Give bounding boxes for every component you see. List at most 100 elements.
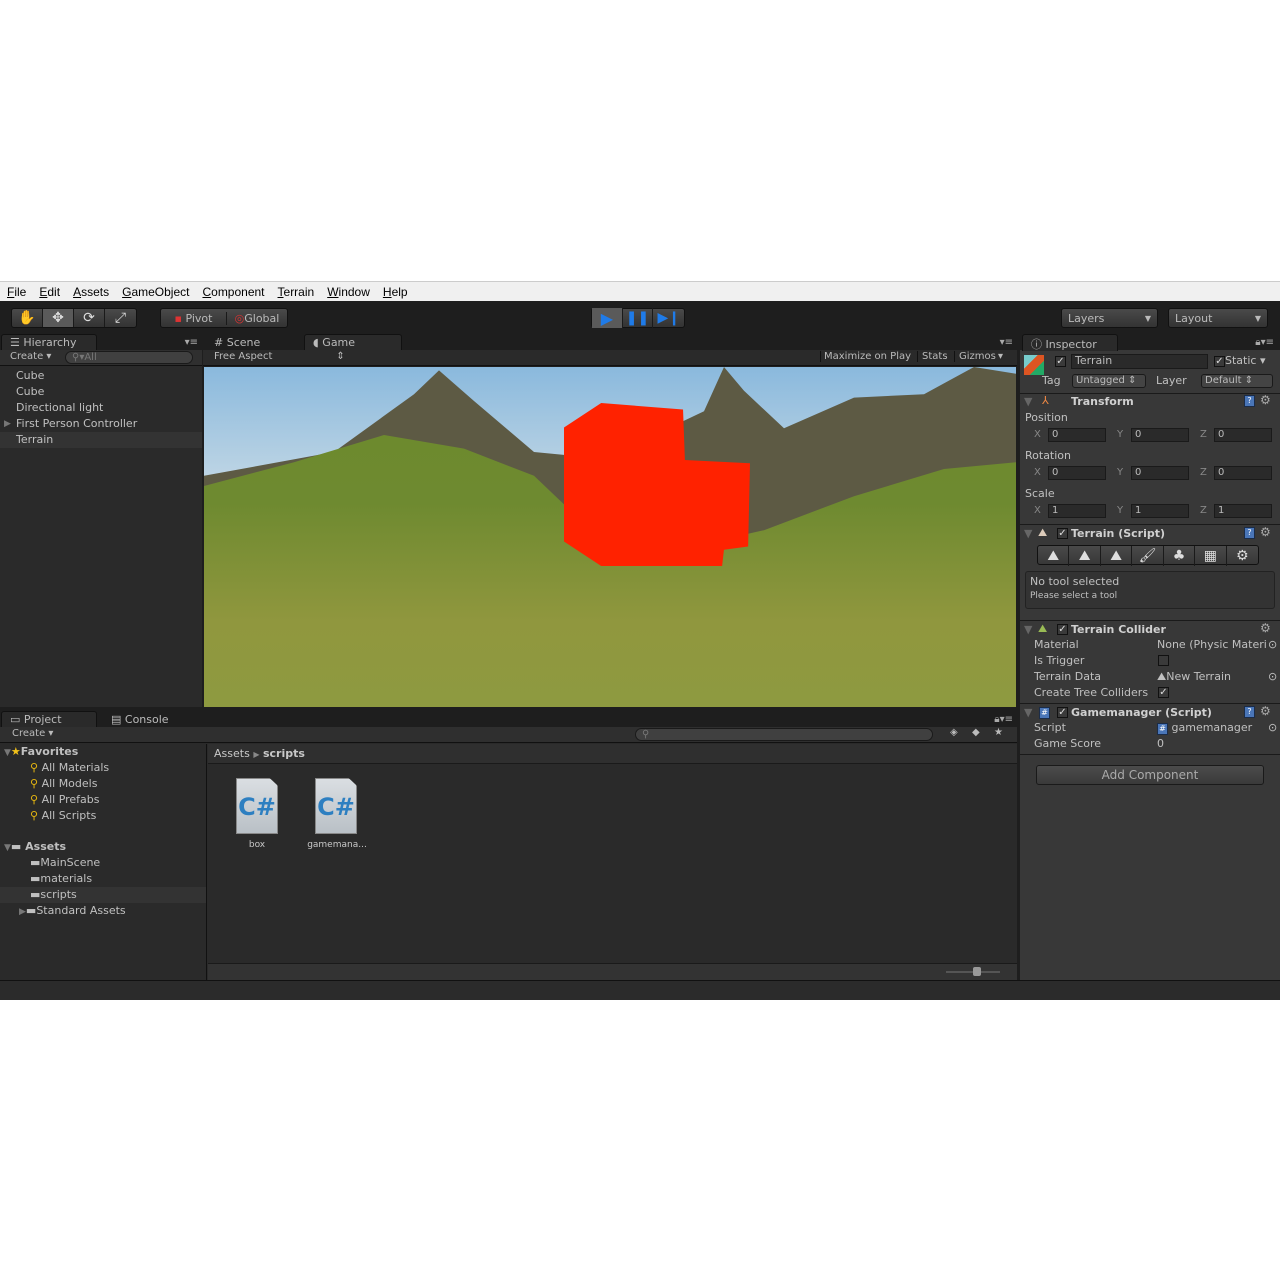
favorite-all-prefabs[interactable]: ⚲ All Prefabs <box>0 792 206 808</box>
layout-dropdown[interactable]: Layout ▼ <box>1168 308 1268 328</box>
gear-icon[interactable]: ⚙ <box>1260 704 1271 718</box>
menu-file[interactable]: File <box>7 285 26 299</box>
move-icon[interactable]: ✥ <box>43 309 75 327</box>
gear-icon[interactable]: ⚙ <box>1260 525 1271 539</box>
collapse-arrow-icon[interactable]: ▼ <box>1024 623 1032 636</box>
favorites-header[interactable]: ▼★Favorites <box>0 744 206 760</box>
terrain-collider-enabled-checkbox[interactable]: ✓ <box>1057 624 1068 635</box>
menu-terrain[interactable]: Terrain <box>278 285 315 299</box>
terrain-script-header[interactable]: Terrain (Script) <box>1071 527 1165 540</box>
collapse-arrow-icon[interactable]: ▼ <box>1024 706 1032 719</box>
object-picker-icon[interactable]: ⊙ <box>1268 721 1277 734</box>
transform-header[interactable]: Transform <box>1071 395 1134 408</box>
menu-edit[interactable]: Edit <box>39 285 60 299</box>
layers-dropdown[interactable]: Layers ▼ <box>1061 308 1158 328</box>
object-picker-icon[interactable]: ⊙ <box>1268 638 1277 651</box>
maximize-on-play-button[interactable]: Maximize on Play <box>820 351 914 362</box>
play-icon[interactable]: ▶ <box>592 308 623 328</box>
is-trigger-checkbox[interactable] <box>1158 655 1169 666</box>
terrain-settings-icon[interactable]: ⚙ <box>1227 546 1258 566</box>
folder-standard-assets[interactable]: ▶▬Standard Assets <box>0 903 206 919</box>
folder-scripts[interactable]: ▬scripts <box>0 887 206 903</box>
help-book-icon[interactable]: ? <box>1244 395 1255 407</box>
folder-mainscene[interactable]: ▬MainScene <box>0 855 206 871</box>
stats-button[interactable]: Stats <box>917 351 952 362</box>
rotation-x-input[interactable]: 0 <box>1048 466 1106 480</box>
breadcrumb-assets[interactable]: Assets <box>214 747 250 760</box>
collapse-arrow-icon[interactable]: ▼ <box>1024 527 1032 540</box>
hierarchy-item-first-person-controller[interactable]: ▶ First Person Controller <box>0 416 202 432</box>
search-by-label-icon[interactable]: ◆ <box>972 727 980 738</box>
hand-icon[interactable]: ✋ <box>12 309 44 327</box>
hierarchy-item-cube[interactable]: Cube <box>0 384 202 400</box>
favorite-all-models[interactable]: ⚲ All Models <box>0 776 206 792</box>
position-y-input[interactable]: 0 <box>1131 428 1189 442</box>
layer-dropdown[interactable]: Default ⇕ <box>1201 374 1273 388</box>
breadcrumb-scripts[interactable]: scripts <box>263 747 305 760</box>
rotation-z-input[interactable]: 0 <box>1214 466 1272 480</box>
panel-menu-icon[interactable]: ▾≡ <box>185 337 198 348</box>
pause-icon[interactable]: ❚❚ <box>623 308 654 328</box>
favorite-all-scripts[interactable]: ⚲ All Scripts <box>0 808 206 824</box>
project-search-input[interactable]: ⚲ <box>635 728 933 741</box>
game-view[interactable] <box>204 367 1016 707</box>
lock-icon[interactable]: 🔒︎▾≡ <box>1255 337 1274 348</box>
menu-assets[interactable]: Assets <box>73 285 109 299</box>
gizmos-dropdown-icon[interactable]: ▾ <box>998 351 1003 362</box>
position-x-input[interactable]: 0 <box>1048 428 1106 442</box>
smooth-height-icon[interactable]: ⛰ <box>1101 546 1133 566</box>
active-checkbox[interactable]: ✓ <box>1055 356 1066 367</box>
paint-height-icon[interactable]: ⛰ <box>1069 546 1101 566</box>
terrain-script-enabled-checkbox[interactable]: ✓ <box>1057 528 1068 539</box>
tag-dropdown[interactable]: Untagged ⇕ <box>1072 374 1146 388</box>
help-book-icon[interactable]: ? <box>1244 706 1255 718</box>
menu-help[interactable]: Help <box>383 285 408 299</box>
place-trees-icon[interactable]: ♣ <box>1164 546 1196 566</box>
favorite-star-icon[interactable]: ★ <box>994 727 1003 738</box>
menu-window[interactable]: Window <box>327 285 370 299</box>
tab-project[interactable]: ▭ Project <box>1 711 97 728</box>
gizmos-button[interactable]: Gizmos <box>954 351 1000 362</box>
rotate-icon[interactable]: ⟳ <box>74 309 106 327</box>
expand-arrow-icon[interactable]: ▶ <box>4 416 11 432</box>
game-score-field[interactable]: 0 <box>1157 737 1164 750</box>
collapse-arrow-icon[interactable]: ▼ <box>1024 395 1032 408</box>
tab-scene[interactable]: # Scene <box>205 334 297 351</box>
pivot-button[interactable]: ▪ Pivot <box>161 311 227 325</box>
scale-y-input[interactable]: 1 <box>1131 504 1189 518</box>
object-picker-icon[interactable]: ⊙ <box>1268 670 1277 683</box>
tab-game[interactable]: ◖ Game <box>304 334 402 351</box>
create-dropdown[interactable]: Create ▾ <box>10 351 51 362</box>
paint-details-icon[interactable]: ▦ <box>1195 546 1227 566</box>
paint-texture-icon[interactable]: 🖌︎ <box>1132 546 1164 566</box>
search-by-type-icon[interactable]: ◈ <box>950 727 958 738</box>
gear-icon[interactable]: ⚙ <box>1260 621 1271 635</box>
create-dropdown[interactable]: Create ▾ <box>12 728 53 739</box>
gamemanager-header[interactable]: Gamemanager (Script) <box>1071 706 1212 719</box>
scale-x-input[interactable]: 1 <box>1048 504 1106 518</box>
hierarchy-search-input[interactable]: ⚲▾All <box>65 351 193 364</box>
add-component-button[interactable]: Add Component <box>1036 765 1264 785</box>
gear-icon[interactable]: ⚙ <box>1260 393 1271 407</box>
terrain-collider-header[interactable]: Terrain Collider <box>1071 623 1166 636</box>
menu-gameobject[interactable]: GameObject <box>122 285 189 299</box>
raise-terrain-icon[interactable]: ⛰ <box>1038 546 1070 566</box>
object-name-input[interactable]: Terrain <box>1071 354 1208 369</box>
static-toggle[interactable]: ✓Static ▾ <box>1214 354 1265 367</box>
hierarchy-item-cube[interactable]: Cube <box>0 368 202 384</box>
material-field[interactable]: None (Physic Materi <box>1157 638 1267 651</box>
favorite-all-materials[interactable]: ⚲ All Materials <box>0 760 206 776</box>
step-icon[interactable]: ▶❙ <box>653 308 684 328</box>
position-z-input[interactable]: 0 <box>1214 428 1272 442</box>
script-field[interactable]: # gamemanager <box>1157 721 1252 735</box>
global-button[interactable]: ◎Global <box>227 312 287 325</box>
tab-hierarchy[interactable]: ☰ Hierarchy <box>1 334 97 351</box>
terrain-data-field[interactable]: ⛰New Terrain <box>1157 670 1231 684</box>
scale-icon[interactable]: ⤢ <box>105 309 136 327</box>
lock-icon[interactable]: 🔒︎▾≡ <box>994 714 1013 725</box>
panel-menu-icon[interactable]: ▾≡ <box>1000 337 1013 348</box>
folder-materials[interactable]: ▬materials <box>0 871 206 887</box>
slider-thumb[interactable] <box>973 967 981 976</box>
tab-inspector[interactable]: ⓘ Inspector <box>1022 334 1118 351</box>
rotation-y-input[interactable]: 0 <box>1131 466 1189 480</box>
